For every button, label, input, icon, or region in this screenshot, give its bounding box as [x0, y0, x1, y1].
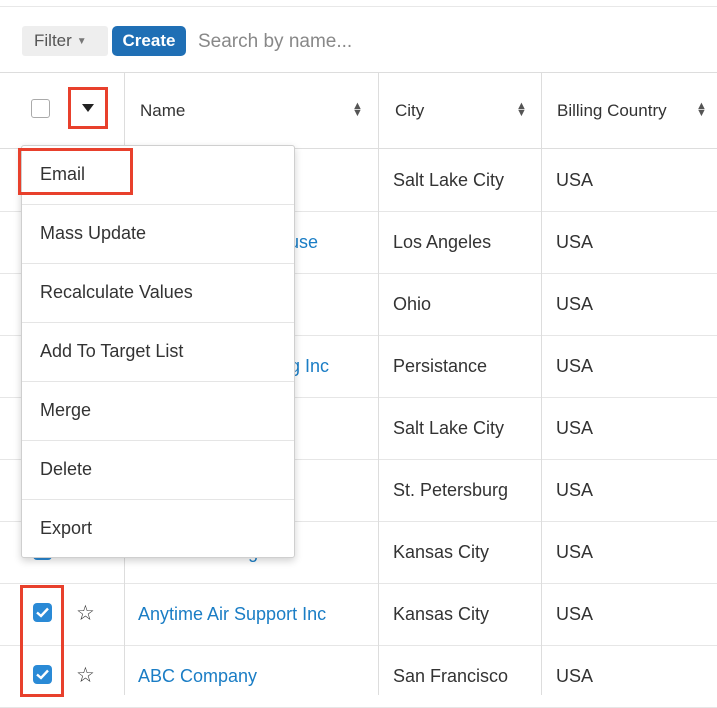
select-all-checkbox[interactable] — [31, 99, 50, 118]
city-cell: San Francisco — [393, 666, 509, 686]
filter-button[interactable]: Filter ▼ — [22, 26, 108, 56]
menu-item-add-to-target-list[interactable]: Add To Target List — [22, 323, 294, 382]
divider — [541, 73, 542, 148]
divider — [378, 73, 379, 148]
divider — [124, 73, 125, 148]
column-header-city[interactable]: City — [395, 73, 424, 148]
billing-country-cell: USA — [556, 542, 594, 562]
city-cell: Ohio — [393, 294, 432, 314]
star-icon[interactable]: ☆ — [76, 645, 95, 707]
column-header-name[interactable]: Name — [140, 73, 185, 148]
checkbox-highlight-box — [20, 585, 64, 697]
divider — [0, 6, 717, 7]
divider — [378, 149, 379, 695]
table-row[interactable]: ☆ Anytime Air Support Inc Kansas City US… — [0, 583, 717, 646]
sort-icon[interactable]: ▲ ▼ — [352, 101, 363, 119]
city-cell: Salt Lake City — [393, 170, 505, 190]
menu-item-merge[interactable]: Merge — [22, 382, 294, 441]
star-icon[interactable]: ☆ — [76, 583, 95, 645]
caret-down-icon: ▼ — [76, 36, 87, 47]
divider — [541, 149, 542, 695]
list-header: Name ▲ ▼ City ▲ ▼ Billing Country ▲ ▼ — [0, 73, 717, 149]
table-row[interactable]: ☆ ABC Company San Francisco USA — [0, 645, 717, 708]
city-cell: Kansas City — [393, 604, 490, 624]
city-cell: St. Petersburg — [393, 480, 509, 500]
record-name-link[interactable]: Anytime Air Support Inc — [138, 583, 326, 645]
billing-country-cell: USA — [556, 418, 594, 438]
billing-country-cell: USA — [556, 666, 594, 686]
city-cell: Persistance — [393, 356, 488, 376]
billing-country-cell: USA — [556, 232, 594, 252]
search-input[interactable] — [196, 24, 700, 60]
city-cell: Salt Lake City — [393, 418, 505, 438]
menu-item-export[interactable]: Export — [22, 500, 294, 559]
menu-item-mass-update[interactable]: Mass Update — [22, 205, 294, 264]
create-button[interactable]: Create — [112, 26, 186, 56]
record-name-link[interactable]: g Inc — [290, 335, 329, 397]
caret-down-icon — [82, 104, 94, 112]
city-cell: Los Angeles — [393, 232, 492, 252]
column-header-billing-country[interactable]: Billing Country — [557, 73, 667, 148]
record-name-link[interactable]: ABC Company — [138, 645, 257, 707]
sort-icon[interactable]: ▲ ▼ — [516, 101, 527, 119]
email-highlight-box — [18, 148, 133, 195]
sort-icon[interactable]: ▲ ▼ — [696, 101, 707, 119]
billing-country-cell: USA — [556, 480, 594, 500]
billing-country-cell: USA — [556, 604, 594, 624]
menu-item-recalculate-values[interactable]: Recalculate Values — [22, 264, 294, 323]
menu-item-delete[interactable]: Delete — [22, 441, 294, 500]
filter-label: Filter — [34, 31, 72, 50]
billing-country-cell: USA — [556, 170, 594, 190]
city-cell: Kansas City — [393, 542, 490, 562]
mass-actions-toggle[interactable] — [68, 87, 108, 129]
billing-country-cell: USA — [556, 356, 594, 376]
billing-country-cell: USA — [556, 294, 594, 314]
mass-actions-menu: Email Mass Update Recalculate Values Add… — [21, 145, 295, 558]
list-toolbar: Filter ▼ Create — [0, 0, 717, 73]
